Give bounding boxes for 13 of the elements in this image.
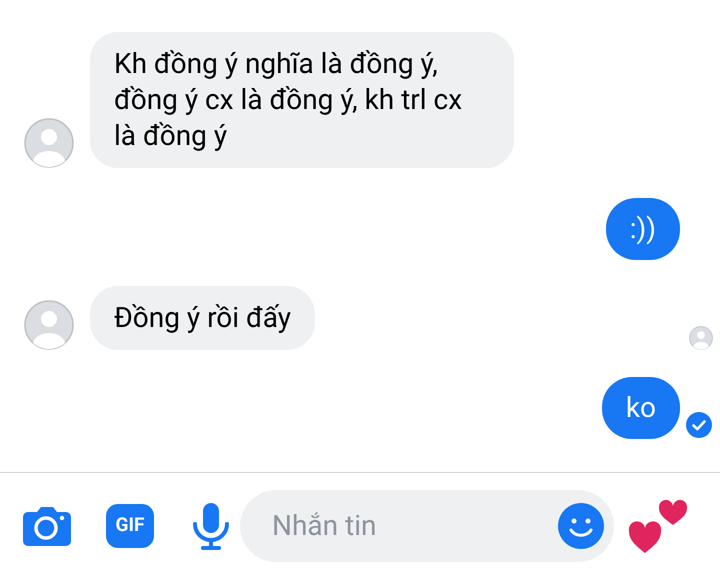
emoji-icon[interactable] xyxy=(558,502,604,548)
message-bubble: Kh đồng ý nghĩa là đồng ý, đồng ý cx là đồng ý, kh trl cx là đồng ý xyxy=(90,32,514,168)
message-field[interactable]: Nhắn tin xyxy=(240,490,614,562)
microphone-icon[interactable] xyxy=(192,502,230,550)
message-bubble: ko xyxy=(602,377,680,439)
camera-icon[interactable] xyxy=(22,506,72,546)
seen-avatar xyxy=(689,326,713,350)
message-input[interactable]: Nhắn tin xyxy=(272,504,558,546)
gif-button[interactable]: GIF xyxy=(106,504,154,548)
message-bubble: :)) xyxy=(606,198,680,260)
message-bubble: Đồng ý rồi đấy xyxy=(90,286,316,350)
contact-avatar xyxy=(24,118,74,168)
contact-avatar xyxy=(24,300,74,350)
